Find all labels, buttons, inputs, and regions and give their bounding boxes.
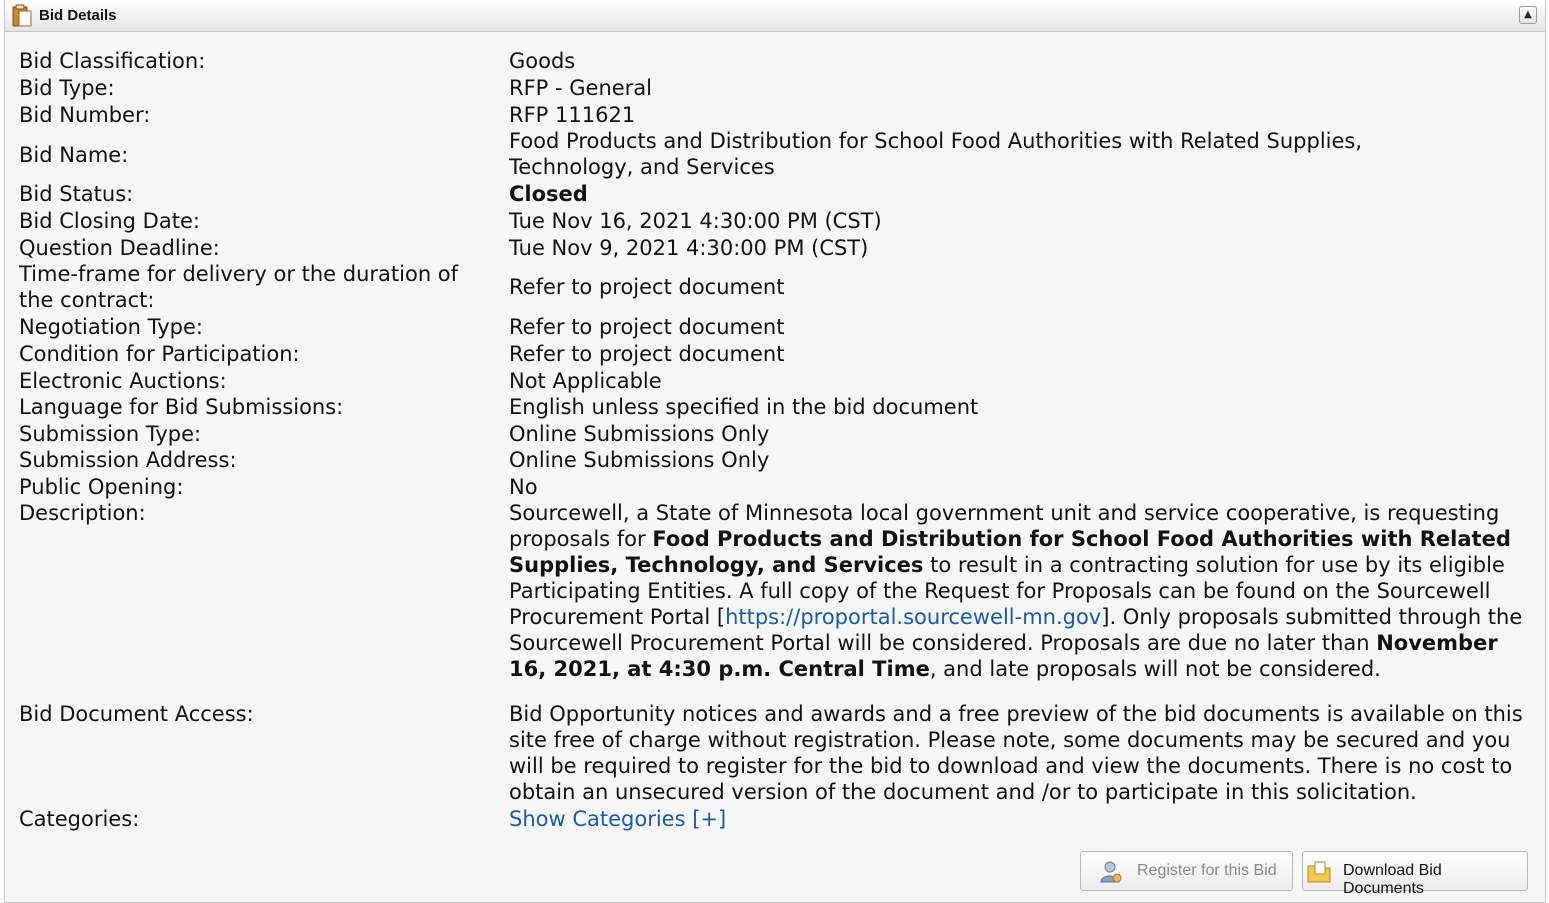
description-part: , and late proposals will not be conside… (929, 657, 1381, 681)
field-label: Negotiation Type: (19, 315, 203, 339)
field-value: Refer to project document (509, 342, 785, 366)
field-value: Goods (509, 49, 576, 73)
field-label: Question Deadline: (19, 236, 220, 260)
field-value: RFP - General (509, 76, 653, 100)
field-value: No (509, 475, 538, 499)
description-text: Sourcewell, a State of Minnesota local g… (509, 500, 1539, 682)
field-label: Submission Address: (19, 448, 237, 472)
field-label: Bid Name: (19, 143, 129, 167)
field-label: Description: (19, 501, 146, 525)
register-button[interactable]: Register for this Bid (1080, 851, 1293, 891)
field-label: Public Opening: (19, 475, 184, 499)
bid-details-panel: Bid Details ▲ Bid Classification: Goods … (4, 0, 1546, 903)
field-label: Bid Type: (19, 76, 115, 100)
field-value: Food Products and Distribution for Schoo… (509, 129, 1363, 179)
field-value: Online Submissions Only (509, 448, 770, 472)
download-bid-documents-button[interactable]: Download Bid Documents (1302, 851, 1528, 897)
field-value: Refer to project document (509, 275, 785, 299)
clipboard-icon (12, 4, 32, 27)
sourcewell-portal-link[interactable]: https://proportal.sourcewell-mn.gov (725, 605, 1101, 629)
download-button-label: Download Bid Documents (1343, 862, 1442, 897)
field-label: Electronic Auctions: (19, 369, 227, 393)
field-value: Not Applicable (509, 369, 662, 393)
field-value: Bid Opportunity notices and awards and a… (509, 702, 1523, 804)
field-label: Bid Status: (19, 182, 134, 206)
field-value: Refer to project document (509, 315, 785, 339)
field-value: Tue Nov 16, 2021 4:30:00 PM (CST) (509, 209, 882, 233)
field-label: Bid Classification: (19, 49, 206, 73)
field-label: Language for Bid Submissions: (19, 395, 344, 419)
field-label: Time-frame for delivery or the duration … (19, 262, 459, 312)
field-value: Online Submissions Only (509, 422, 770, 446)
panel-header: Bid Details ▲ (5, 0, 1545, 32)
user-add-icon (1100, 861, 1122, 883)
field-label: Bid Number: (19, 103, 151, 127)
field-label: Categories: (19, 807, 140, 831)
field-value: RFP 111621 (509, 103, 636, 127)
field-value: Show Categories [+] (509, 806, 1539, 832)
collapse-button[interactable]: ▲ (1519, 6, 1537, 24)
field-label: Condition for Participation: (19, 342, 300, 366)
folder-download-icon (1307, 861, 1331, 883)
status-value: Closed (509, 182, 588, 206)
field-value: Tue Nov 9, 2021 4:30:00 PM (CST) (509, 236, 869, 260)
field-value: English unless specified in the bid docu… (509, 395, 979, 419)
show-categories-link[interactable]: Show Categories [+] (509, 807, 726, 831)
field-label: Submission Type: (19, 422, 202, 446)
field-label: Bid Closing Date: (19, 209, 200, 233)
panel-title: Bid Details (39, 7, 117, 24)
field-label: Bid Document Access: (19, 702, 254, 726)
register-button-label: Register for this Bid (1137, 862, 1277, 879)
